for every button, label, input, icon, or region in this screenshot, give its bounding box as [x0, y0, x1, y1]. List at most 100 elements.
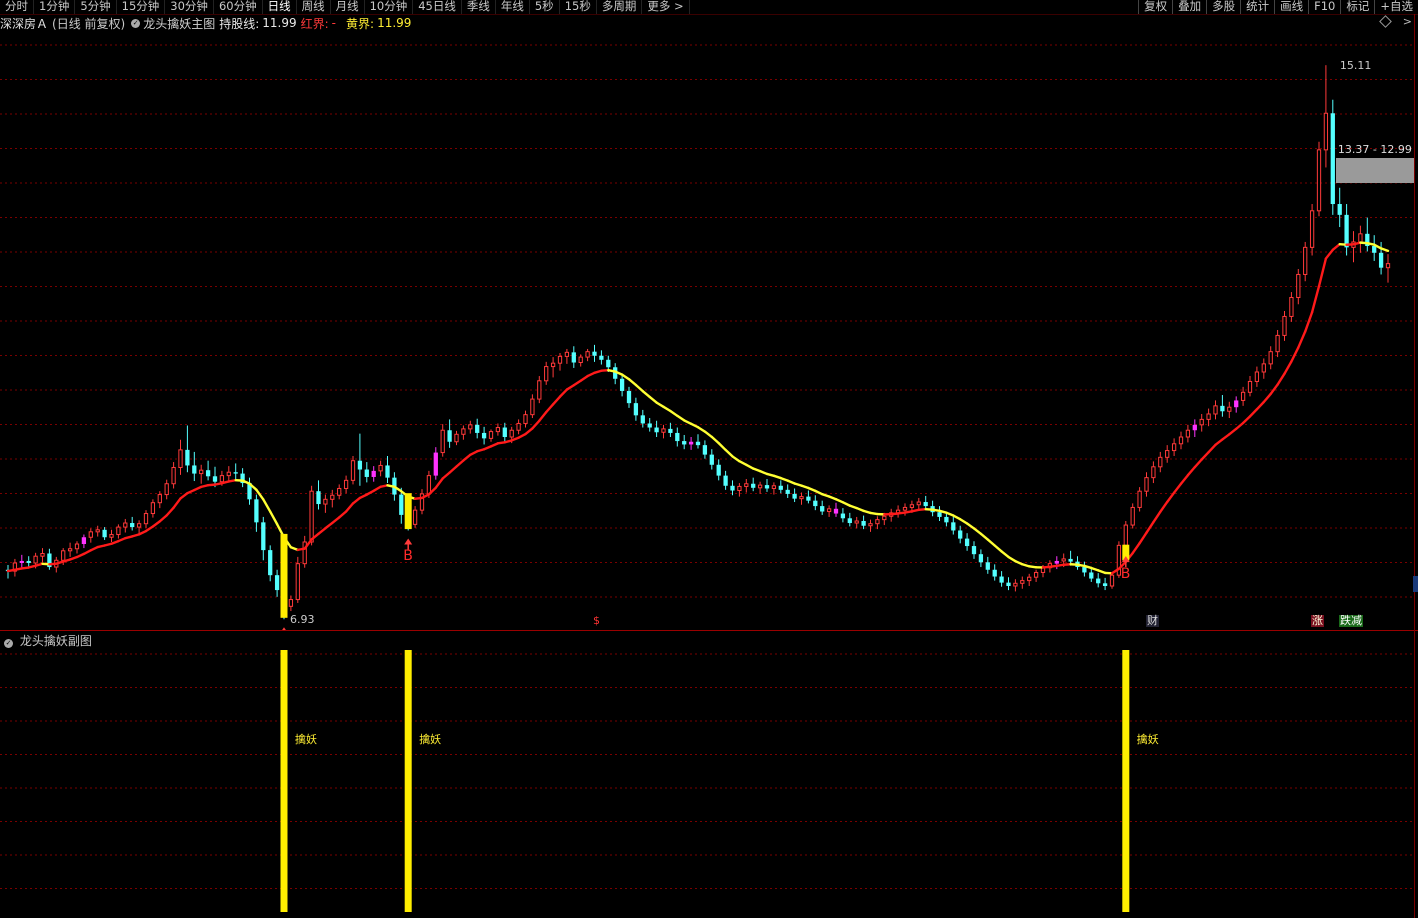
candle-body [109, 534, 114, 538]
hold-line-segment [1290, 346, 1300, 363]
reduce-tag[interactable]: 跌减 [1339, 615, 1363, 627]
hold-line-segment [158, 514, 168, 523]
sub-grid-lines [0, 653, 1414, 889]
candle-body [261, 522, 266, 551]
candle-body [481, 432, 487, 439]
candle-body [1165, 450, 1170, 458]
candle-body [937, 512, 942, 517]
candle-body [985, 562, 990, 570]
period-tab[interactable]: 月线 [331, 0, 365, 14]
candle-body [1089, 572, 1094, 579]
hold-line-segment [620, 373, 631, 381]
period-tab[interactable]: 分时 [0, 0, 34, 14]
period-tab[interactable]: 季线 [462, 0, 496, 14]
candle-body [143, 513, 149, 525]
candle-body [1061, 558, 1066, 562]
tool-button[interactable]: 统计 [1240, 0, 1274, 14]
tool-button[interactable]: +自选 [1374, 0, 1418, 14]
hold-line-segment [572, 379, 582, 387]
tool-button[interactable]: 标记 [1340, 0, 1374, 14]
candle-body [1330, 113, 1335, 205]
rise-tag[interactable]: 涨 [1311, 615, 1324, 627]
candle-body [185, 449, 190, 466]
candle-body [81, 537, 87, 545]
period-tab[interactable]: 1分钟 [34, 0, 76, 14]
candle-body [74, 543, 80, 550]
candle-body [806, 496, 811, 501]
period-tab[interactable]: 多周期 [597, 0, 643, 14]
hold-line [6, 241, 1390, 575]
candle-body [1102, 583, 1108, 587]
period-tab[interactable]: 更多 > [642, 0, 690, 14]
sub-indicator-chart[interactable] [0, 632, 1414, 918]
period-tab[interactable]: 10分钟 [365, 0, 414, 14]
candle-body [1254, 371, 1260, 382]
hold-line-segment [1255, 400, 1266, 411]
hold-line-segment [1262, 392, 1272, 404]
tool-button[interactable]: F10 [1308, 0, 1340, 14]
right-edge-line [1414, 14, 1415, 918]
candle-body [350, 460, 356, 481]
tool-button[interactable]: 叠加 [1172, 0, 1206, 14]
period-tab[interactable]: 5分钟 [75, 0, 117, 14]
period-tab[interactable]: 45日线 [413, 0, 462, 14]
period-tab[interactable]: 60分钟 [214, 0, 263, 14]
hold-line-segment [1221, 433, 1231, 441]
candle-body [274, 575, 280, 591]
settings-circle-icon[interactable]: ✓ [4, 639, 13, 648]
candle-body [1054, 560, 1059, 564]
indicator-name[interactable]: 龙头擒妖主图 [143, 15, 215, 32]
candle-body [226, 471, 231, 477]
yellow-label: 黄界: [346, 16, 375, 31]
sub-chart-title[interactable]: 龙头擒妖副图 [20, 634, 92, 648]
finance-tag[interactable]: 财 [1146, 615, 1159, 627]
candle-body [233, 472, 238, 474]
candle-body [1220, 405, 1225, 412]
period-tab[interactable]: 30分钟 [165, 0, 214, 14]
period-tab[interactable]: 15分钟 [117, 0, 166, 14]
candlestick-chart[interactable] [0, 31, 1414, 630]
candle-body [1337, 204, 1342, 215]
candle-body [1296, 273, 1301, 298]
chevron-right-icon[interactable]: > [1403, 15, 1412, 28]
candle-body [1178, 436, 1184, 445]
candle-body [95, 529, 100, 533]
candle-body [909, 504, 915, 508]
tool-button[interactable]: 复权 [1138, 0, 1172, 14]
sub-title-row: ✓ 龙头擒妖副图 [2, 632, 92, 649]
hold-line-segment [1310, 285, 1321, 314]
hold-line-segment [1297, 330, 1307, 349]
period-tab[interactable]: 5秒 [530, 0, 560, 14]
candle-body [1385, 263, 1391, 269]
candle-body [254, 499, 259, 523]
candle-body [150, 502, 156, 515]
candle-body [523, 414, 528, 424]
low-price-label: 6.93 [290, 613, 315, 627]
diamond-icon[interactable] [1379, 15, 1392, 28]
hold-line-segment [972, 527, 983, 536]
hold-line-segment [151, 520, 162, 528]
candle-body [199, 469, 204, 475]
tool-button[interactable]: 多股 [1206, 0, 1240, 14]
stock-name[interactable]: 深深房Ａ [0, 15, 48, 32]
hold-line-segment [558, 388, 569, 398]
hold-line-segment [338, 510, 348, 519]
hold-line-segment [455, 459, 465, 468]
candle-body [67, 548, 73, 552]
candle-body [1020, 580, 1025, 584]
hold-line-segment [1248, 408, 1259, 418]
sub-signal-bar [280, 650, 288, 912]
period-tab[interactable]: 日线 [263, 0, 297, 14]
candle-body [1275, 334, 1280, 353]
hold-line-segment [579, 374, 589, 382]
candle-body [192, 465, 197, 474]
candle-body [1372, 246, 1377, 253]
tool-button[interactable]: 画线 [1274, 0, 1308, 14]
candle-body [861, 520, 866, 526]
period-tab[interactable]: 年线 [496, 0, 530, 14]
candle-body [288, 599, 294, 607]
period-tab[interactable]: 周线 [297, 0, 331, 14]
settings-circle-icon[interactable]: ✓ [131, 18, 141, 28]
period-tab[interactable]: 15秒 [560, 0, 597, 14]
candle-body [19, 560, 24, 563]
